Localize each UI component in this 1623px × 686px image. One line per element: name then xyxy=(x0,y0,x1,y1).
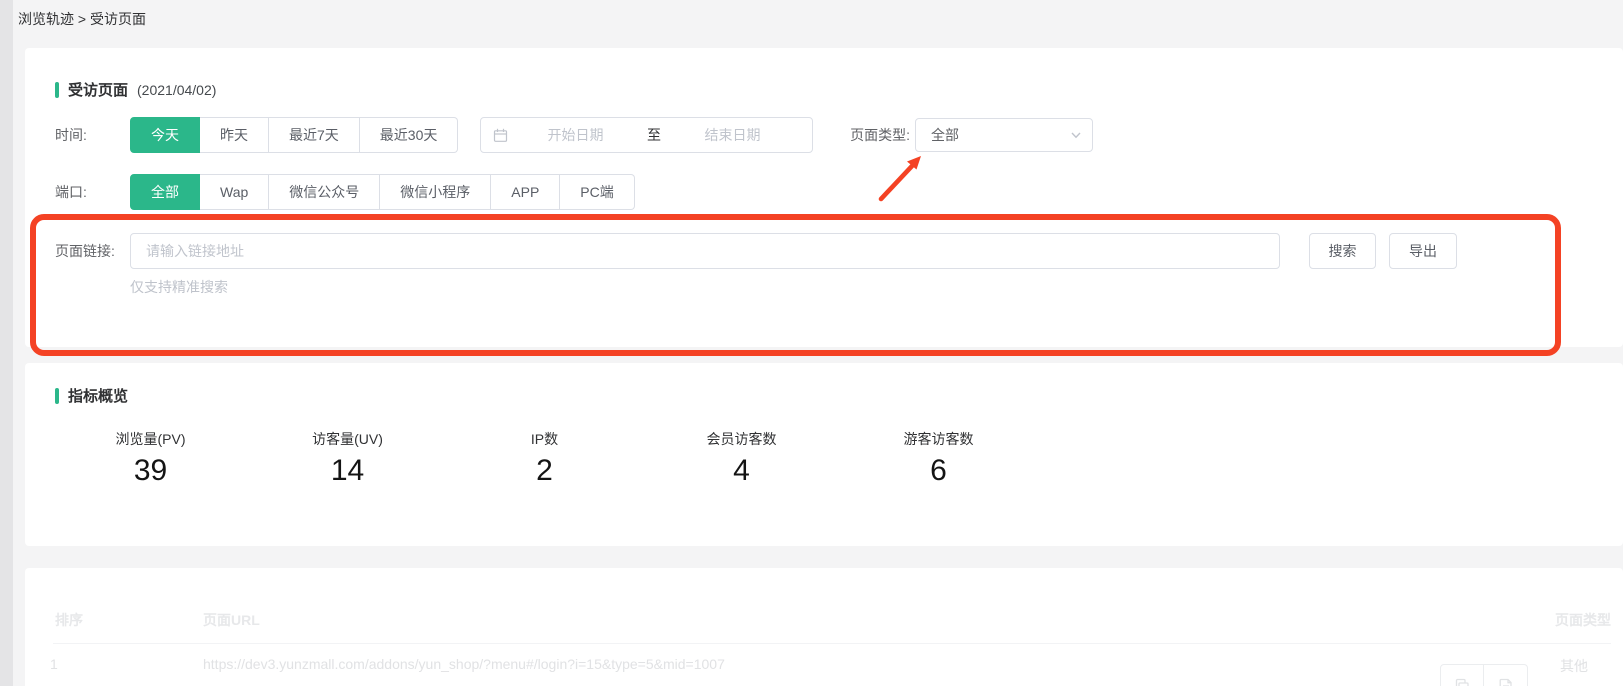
metric-label: 浏览量(PV) xyxy=(52,429,249,449)
metric-pv: 浏览量(PV) 39 xyxy=(52,429,249,488)
port-filter-all[interactable]: 全部 xyxy=(130,174,200,210)
start-date-input[interactable]: 开始日期 xyxy=(508,125,643,145)
port-filter-app[interactable]: APP xyxy=(491,174,560,210)
metric-label: 会员访客数 xyxy=(643,429,840,449)
page-type-selected-value: 全部 xyxy=(931,125,1070,145)
column-header-rank: 排序 xyxy=(55,610,83,630)
card-title-row: 受访页面 (2021/04/02) xyxy=(55,79,216,100)
sidebar-edge xyxy=(0,0,13,686)
metrics-title: 指标概览 xyxy=(68,385,128,406)
port-filter-wechat-official[interactable]: 微信公众号 xyxy=(269,174,380,210)
search-hint: 仅支持精准搜索 xyxy=(130,277,228,297)
visited-pages-report-page: 浏览轨迹 > 受访页面 受访页面 (2021/04/02) 时间: 今天 昨天 … xyxy=(0,0,1623,686)
view-page-button[interactable] xyxy=(1484,664,1528,686)
metric-value: 6 xyxy=(840,454,1037,488)
visited-pages-card: 受访页面 (2021/04/02) 时间: 今天 昨天 最近7天 最近30天 开… xyxy=(25,48,1623,347)
port-filter-group: 全部 Wap 微信公众号 微信小程序 APP PC端 xyxy=(130,174,635,210)
port-filter-wechat-miniprogram[interactable]: 微信小程序 xyxy=(380,174,491,210)
page-link-label: 页面链接: xyxy=(55,233,115,269)
calendar-icon xyxy=(493,128,508,143)
export-button[interactable]: 导出 xyxy=(1389,233,1457,269)
metric-member-visitors: 会员访客数 4 xyxy=(643,429,840,488)
metric-value: 14 xyxy=(249,454,446,488)
port-filter-label: 端口: xyxy=(55,174,87,210)
time-filter-today[interactable]: 今天 xyxy=(130,117,200,153)
section-accent-bar xyxy=(55,388,59,404)
document-icon xyxy=(1498,678,1514,686)
search-button[interactable]: 搜索 xyxy=(1309,233,1376,269)
metrics-title-row: 指标概览 xyxy=(55,385,128,406)
chevron-down-icon xyxy=(1070,129,1082,141)
metric-label: IP数 xyxy=(446,429,643,449)
metric-value: 39 xyxy=(52,454,249,488)
row-action-buttons xyxy=(1440,664,1528,686)
date-range-picker[interactable]: 开始日期 至 结束日期 xyxy=(480,117,813,153)
row-rank-cell: 1 xyxy=(50,656,58,672)
report-date: (2021/04/02) xyxy=(137,82,216,98)
column-header-url: 页面URL xyxy=(203,610,260,630)
date-range-separator: 至 xyxy=(643,125,665,145)
url-table-card: 排序 页面URL 页面类型 1 https://dev3.yunzmall.co… xyxy=(25,568,1623,686)
column-header-type: 页面类型 xyxy=(1555,610,1611,630)
time-filter-group: 今天 昨天 最近7天 最近30天 xyxy=(130,117,458,153)
metric-guest-visitors: 游客访客数 6 xyxy=(840,429,1037,488)
metric-ip: IP数 2 xyxy=(446,429,643,488)
metrics-overview-card: 指标概览 浏览量(PV) 39 访客量(UV) 14 IP数 2 会员访客数 4… xyxy=(25,363,1623,546)
table-header-divider xyxy=(53,643,1611,644)
time-filter-yesterday[interactable]: 昨天 xyxy=(200,117,269,153)
time-filter-last7days[interactable]: 最近7天 xyxy=(269,117,360,153)
metric-label: 游客访客数 xyxy=(840,429,1037,449)
page-title: 受访页面 xyxy=(68,79,128,100)
time-filter-last30days[interactable]: 最近30天 xyxy=(360,117,459,153)
copy-icon xyxy=(1454,678,1470,686)
port-filter-pc[interactable]: PC端 xyxy=(560,174,634,210)
end-date-input[interactable]: 结束日期 xyxy=(665,125,800,145)
metric-value: 4 xyxy=(643,454,840,488)
metric-uv: 访客量(UV) 14 xyxy=(249,429,446,488)
port-filter-wap[interactable]: Wap xyxy=(200,174,269,210)
time-filter-label: 时间: xyxy=(55,117,87,153)
metric-label: 访客量(UV) xyxy=(249,429,446,449)
page-type-label: 页面类型: xyxy=(815,117,910,153)
breadcrumb: 浏览轨迹 > 受访页面 xyxy=(18,9,146,29)
metric-value: 2 xyxy=(446,454,643,488)
page-type-select[interactable]: 全部 xyxy=(915,118,1093,152)
row-type-cell: 其他 xyxy=(1560,656,1588,676)
metrics-row: 浏览量(PV) 39 访客量(UV) 14 IP数 2 会员访客数 4 游客访客… xyxy=(52,429,1037,488)
row-url-cell: https://dev3.yunzmall.com/addons/yun_sho… xyxy=(203,656,725,672)
page-link-input[interactable] xyxy=(130,233,1280,269)
section-accent-bar xyxy=(55,82,59,98)
copy-url-button[interactable] xyxy=(1440,664,1484,686)
